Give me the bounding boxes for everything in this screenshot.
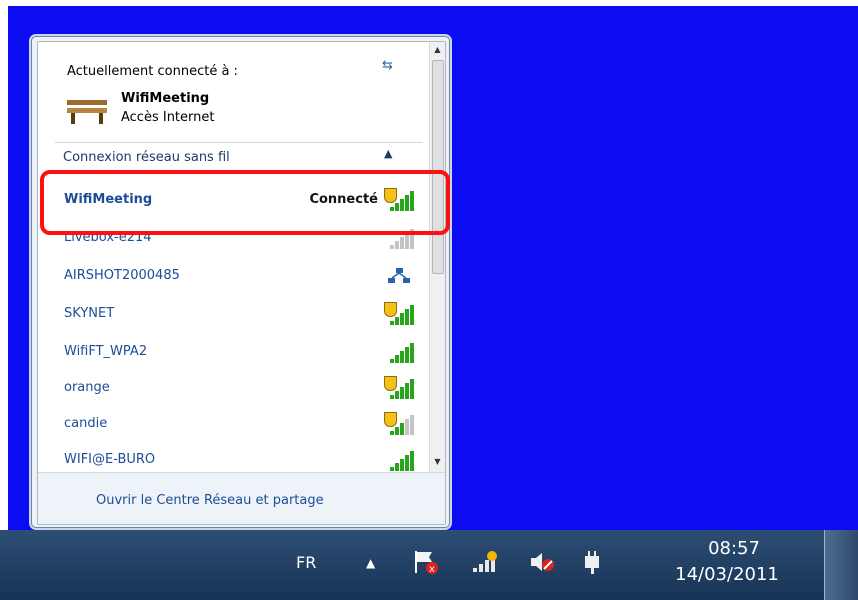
network-name: AIRSHOT2000485 [64, 268, 180, 283]
refresh-icon[interactable]: ⇆ [382, 58, 393, 73]
adhoc-network-icon [388, 268, 410, 283]
current-network-status: Accès Internet [121, 110, 215, 125]
network-row-wifi-eburo[interactable]: WIFI@E-BURO [56, 445, 422, 475]
network-row-skynet[interactable]: SKYNET [56, 299, 422, 329]
secured-signal-icon [384, 302, 414, 325]
secured-signal-icon [384, 412, 414, 435]
network-name: WifiFT_WPA2 [64, 344, 148, 359]
signal-icon [384, 449, 414, 471]
network-name: orange [64, 380, 110, 395]
network-signal-icon[interactable] [470, 550, 502, 574]
network-row-orange[interactable]: orange [56, 373, 422, 403]
wireless-section-label: Connexion réseau sans fil [63, 150, 230, 165]
network-name: SKYNET [64, 306, 115, 321]
collapse-icon[interactable]: ▲ [384, 147, 392, 160]
scroll-down-icon[interactable]: ▼ [432, 457, 443, 469]
network-row-wifift[interactable]: WifiFT_WPA2 [56, 337, 422, 367]
secured-signal-icon [384, 376, 414, 399]
network-name: candie [64, 416, 108, 431]
network-row-candie[interactable]: candie [56, 409, 422, 439]
currently-connected-label: Actuellement connecté à : [67, 64, 238, 79]
volume-muted-icon[interactable] [527, 548, 555, 576]
network-name: WIFI@E-BURO [64, 452, 156, 467]
current-network-name: WifiMeeting [121, 91, 210, 106]
svg-text:x: x [429, 564, 435, 575]
power-plug-icon[interactable] [580, 548, 606, 576]
connected-network-highlight [40, 170, 450, 235]
clock-date[interactable]: 14/03/2011 [657, 564, 797, 585]
action-center-flag-icon[interactable]: x [412, 548, 440, 576]
show-hidden-icons-icon[interactable]: ▲ [366, 556, 375, 570]
network-row-airshot[interactable]: AIRSHOT2000485 [56, 261, 422, 291]
bench-icon [67, 100, 107, 124]
popup-content: Actuellement connecté à : ⇆ WifiMeeting … [37, 41, 446, 525]
scroll-up-icon[interactable]: ▲ [432, 45, 443, 57]
scrollbar-thumb[interactable] [432, 60, 444, 274]
language-indicator[interactable]: FR [296, 553, 316, 572]
signal-icon [384, 341, 414, 363]
show-desktop-button[interactable] [824, 530, 858, 600]
section-divider [55, 142, 423, 143]
network-sharing-center-link[interactable]: Ouvrir le Centre Réseau et partage [96, 493, 324, 508]
network-list-scrollbar[interactable]: ▲ ▼ [429, 42, 445, 472]
clock-time[interactable]: 08:57 [684, 538, 784, 559]
popup-footer: Ouvrir le Centre Réseau et partage [38, 472, 445, 524]
wireless-networks-popup: Actuellement connecté à : ⇆ WifiMeeting … [31, 36, 450, 528]
